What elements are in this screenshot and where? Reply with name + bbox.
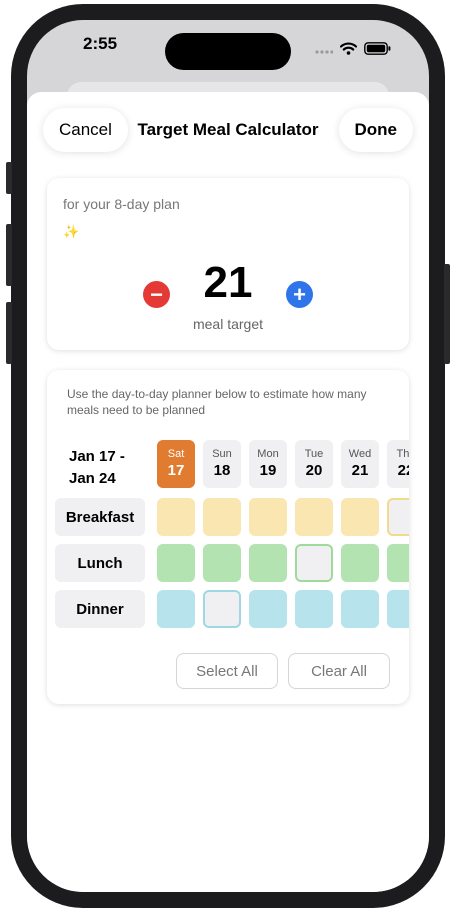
screen: 2:55 Cancel Target Meal Calculator Done … — [27, 20, 429, 892]
battery-icon — [364, 42, 391, 55]
day-date: 19 — [259, 462, 277, 479]
day-name: Mon — [257, 448, 279, 460]
day-date: 21 — [351, 462, 369, 479]
meal-cell[interactable] — [295, 544, 333, 582]
sparkle-icon: ✨ — [63, 224, 80, 239]
meal-cell[interactable] — [203, 498, 241, 536]
day-date: 18 — [213, 462, 231, 479]
meal-row-label-breakfast[interactable]: Breakfast — [55, 498, 145, 536]
meal-cell[interactable] — [341, 498, 379, 536]
meal-cell[interactable] — [249, 544, 287, 582]
done-button[interactable]: Done — [338, 108, 413, 152]
day-date: 20 — [305, 462, 323, 479]
status-icons — [315, 42, 391, 55]
volume-up-button — [6, 224, 12, 286]
day-column-header[interactable]: Thu 22 — [387, 440, 409, 488]
day-column-header[interactable]: Sun 18 — [203, 440, 241, 488]
meal-cell[interactable] — [249, 590, 287, 628]
meal-cell[interactable] — [387, 498, 409, 536]
volume-down-button — [6, 302, 12, 364]
increment-button[interactable]: + — [286, 281, 313, 308]
day-date: 22 — [397, 462, 409, 479]
clear-all-button[interactable]: Clear All — [288, 653, 390, 689]
day-name: Thu — [396, 448, 409, 460]
meal-row-label-dinner[interactable]: Dinner — [55, 590, 145, 628]
planner-hint: Use the day-to-day planner below to esti… — [67, 387, 367, 417]
plan-length-label: for your 8-day plan — [63, 196, 180, 212]
day-name: Sat — [167, 448, 185, 460]
modal-sheet: Cancel Target Meal Calculator Done for y… — [27, 92, 429, 892]
select-all-button[interactable]: Select All — [176, 653, 278, 689]
meal-cell[interactable] — [249, 498, 287, 536]
planner-grid[interactable]: Sat 17 Sun 18 Mon 19 Tue 20 Wed 21 Thu 22 — [157, 440, 409, 632]
meal-cell[interactable] — [387, 590, 409, 628]
dynamic-island — [165, 33, 291, 70]
date-range: Jan 17 - Jan 24 — [69, 446, 125, 490]
day-planner-card: Use the day-to-day planner below to esti… — [47, 370, 409, 704]
meal-target-label: meal target — [192, 316, 264, 332]
day-column-header[interactable]: Sat 17 — [157, 440, 195, 488]
meal-cell[interactable] — [157, 590, 195, 628]
meal-cell[interactable] — [295, 498, 333, 536]
meal-cell[interactable] — [341, 544, 379, 582]
plus-icon: + — [293, 281, 306, 307]
day-column-header[interactable]: Mon 19 — [249, 440, 287, 488]
day-column-header[interactable]: Wed 21 — [341, 440, 379, 488]
status-time: 2:55 — [83, 34, 118, 53]
day-name: Wed — [348, 448, 372, 460]
wifi-icon — [340, 42, 357, 55]
meal-cell[interactable] — [295, 590, 333, 628]
power-button — [444, 264, 450, 364]
day-name: Tue — [304, 448, 324, 460]
meal-cell[interactable] — [203, 544, 241, 582]
date-range-end: Jan 24 — [69, 470, 116, 487]
day-column-header[interactable]: Tue 20 — [295, 440, 333, 488]
meal-row-label-lunch[interactable]: Lunch — [55, 544, 145, 582]
meal-cell[interactable] — [387, 544, 409, 582]
date-range-start: Jan 17 - — [69, 448, 125, 465]
meal-target-card: for your 8-day plan ✨ − 21 + meal target — [47, 178, 409, 350]
cellular-signal-icon — [315, 49, 333, 54]
meal-target-value: 21 — [203, 258, 253, 307]
meal-cell[interactable] — [157, 544, 195, 582]
meal-cell[interactable] — [157, 498, 195, 536]
day-name: Sun — [212, 448, 232, 460]
day-date: 17 — [167, 462, 185, 479]
meal-cell[interactable] — [203, 590, 241, 628]
action-button — [6, 162, 12, 194]
meal-cell[interactable] — [341, 590, 379, 628]
